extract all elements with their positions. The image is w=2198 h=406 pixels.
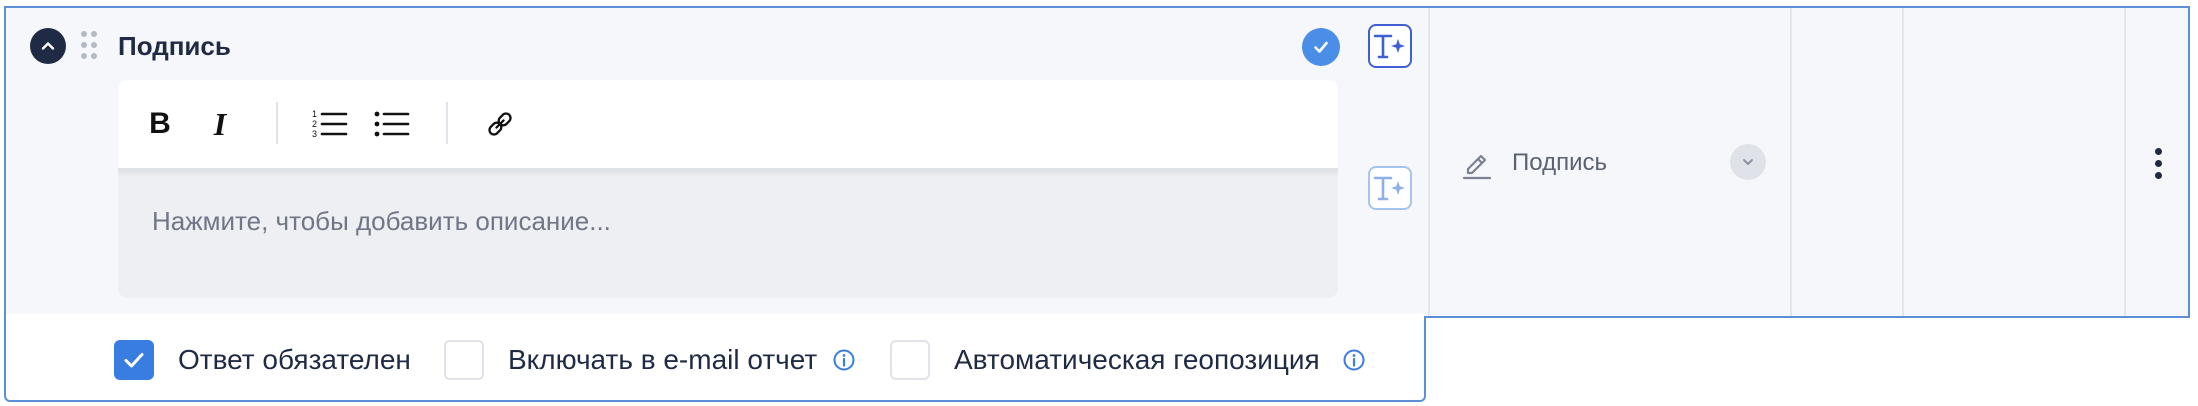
confirm-button[interactable] (1302, 28, 1340, 66)
link-icon (488, 112, 512, 136)
bullet-list-button[interactable] (368, 100, 416, 148)
link-button[interactable] (476, 100, 524, 148)
bold-button[interactable]: B (136, 100, 184, 148)
auto-geolocation-checkbox[interactable] (890, 340, 930, 380)
check-icon (1314, 41, 1328, 53)
numbered-list-button[interactable]: 1 2 3 (306, 100, 354, 148)
field-type-label[interactable]: Подпись (1512, 146, 1607, 180)
drag-handle-icon[interactable] (80, 30, 100, 60)
email-report-label: Включать в e-mail отчет (508, 344, 818, 375)
description-placeholder[interactable]: Нажмите, чтобы добавить описание... (152, 206, 611, 237)
svg-text:3: 3 (312, 129, 317, 139)
auto-geolocation-label: Автоматическая геопозиция (954, 344, 1320, 375)
svg-text:1: 1 (312, 109, 317, 119)
italic-button[interactable]: I (196, 100, 244, 148)
check-icon (124, 353, 144, 368)
editor-toolbar: B I 1 2 3 (118, 80, 1338, 170)
description-editor: B I 1 2 3 Нажмите, чтобы добавить описан… (118, 80, 1338, 298)
toolbar-separator (276, 102, 278, 144)
chevron-down-icon (1743, 159, 1753, 165)
ai-text-button-description[interactable] (1368, 166, 1412, 210)
column-divider (1902, 8, 1904, 316)
email-report-checkbox[interactable] (444, 340, 484, 380)
info-icon[interactable] (1342, 348, 1366, 372)
more-options-button[interactable] (2148, 146, 2168, 182)
field-type-dropdown[interactable] (1730, 144, 1766, 180)
svg-text:2: 2 (312, 119, 317, 129)
italic-icon: I (213, 105, 227, 142)
info-icon[interactable] (832, 348, 856, 372)
ai-text-icon (1373, 34, 1405, 59)
bold-icon: B (149, 107, 171, 140)
numbered-list-icon: 1 2 3 (312, 109, 348, 139)
column-divider (1428, 8, 1430, 316)
required-label: Ответ обязателен (178, 344, 411, 375)
column-divider (1790, 8, 1792, 316)
required-checkbox[interactable] (114, 340, 154, 380)
collapse-button[interactable] (30, 28, 66, 64)
toolbar-separator (446, 102, 448, 144)
chevron-up-icon (41, 42, 55, 50)
pencil-icon (1462, 154, 1492, 180)
bullet-list-icon (374, 111, 410, 137)
ai-text-button[interactable] (1368, 24, 1412, 68)
question-title[interactable]: Подпись (118, 28, 231, 64)
column-divider (2124, 8, 2126, 316)
ai-text-icon (1373, 176, 1405, 201)
